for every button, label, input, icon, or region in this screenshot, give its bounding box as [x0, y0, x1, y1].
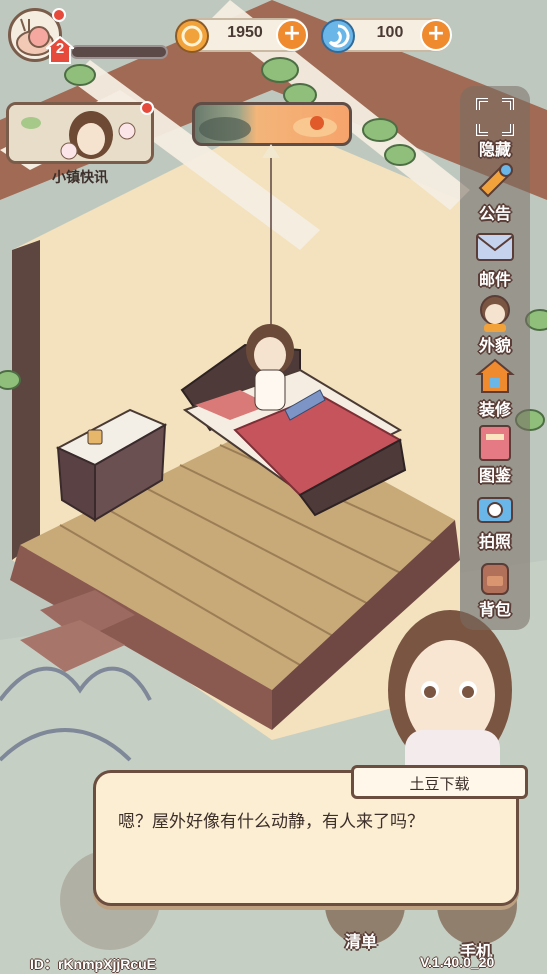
- weather-icon: [199, 116, 337, 141]
- gem-value: 100: [376, 24, 404, 41]
- side-menu-collection[interactable]: 图鉴: [460, 422, 530, 486]
- coin-icon: [175, 19, 209, 53]
- backpack-icon: [481, 563, 509, 595]
- mail-icon: [476, 233, 514, 261]
- avatar-notification-dot: [52, 8, 66, 22]
- camera-icon: [477, 497, 513, 523]
- speaker-nameplate: 土豆下载: [351, 765, 528, 799]
- side-menu-label: 外貌: [478, 336, 511, 355]
- player-id: ID：rKnmpXjjRcuE: [30, 956, 157, 972]
- weather-time-panel[interactable]: [192, 102, 352, 146]
- list-button-label[interactable]: 清单: [345, 928, 377, 952]
- megaphone-icon: [478, 163, 513, 198]
- add-gems-button[interactable]: +: [420, 19, 452, 51]
- time-indicator-arrow: [262, 144, 280, 158]
- side-menu-label: 图鉴: [478, 466, 511, 485]
- side-menu-decorate[interactable]: 装修: [460, 356, 530, 420]
- side-menu-label: 公告: [478, 204, 511, 223]
- town-news-card[interactable]: [6, 102, 154, 164]
- level-value: 2: [55, 40, 65, 57]
- side-menu-backpack[interactable]: 背包: [460, 556, 530, 620]
- hide-icon: [476, 98, 514, 136]
- side-menu-label: 邮件: [478, 270, 511, 289]
- level-badge: 2: [44, 35, 76, 64]
- news-label: 小镇快讯: [52, 170, 108, 186]
- side-menu-appearance[interactable]: 外貌: [460, 292, 530, 356]
- side-menu-label: 装修: [478, 400, 511, 419]
- side-menu-camera[interactable]: 拍照: [460, 488, 530, 552]
- side-menu-hide[interactable]: 隐藏: [460, 96, 530, 160]
- experience-bar: [70, 45, 168, 59]
- dialog-text: 嗯？屋外好像有什么动静，有人来了吗？: [118, 812, 424, 832]
- collection-book-icon: [479, 425, 511, 461]
- version-label: V.1.40.0_20: [420, 954, 495, 970]
- side-menu-label: 背包: [478, 600, 511, 619]
- gem-swirl-icon: [321, 19, 355, 53]
- appearance-icon: [480, 295, 510, 332]
- add-coins-button[interactable]: +: [276, 19, 308, 51]
- coin-counter: 1950 +: [175, 18, 308, 53]
- side-menu-label: 拍照: [478, 532, 511, 551]
- side-menu-announcement[interactable]: 公告: [460, 160, 530, 224]
- speaker-name: 土豆下载: [409, 775, 470, 793]
- gem-counter: 100 +: [321, 18, 452, 53]
- side-menu-mail[interactable]: 邮件: [460, 226, 530, 290]
- side-menu-label: 隐藏: [478, 140, 511, 159]
- news-portrait-image: [9, 105, 151, 161]
- decorate-icon: [475, 358, 515, 393]
- news-notification-dot: [140, 101, 154, 115]
- coin-value: 1950: [227, 24, 263, 41]
